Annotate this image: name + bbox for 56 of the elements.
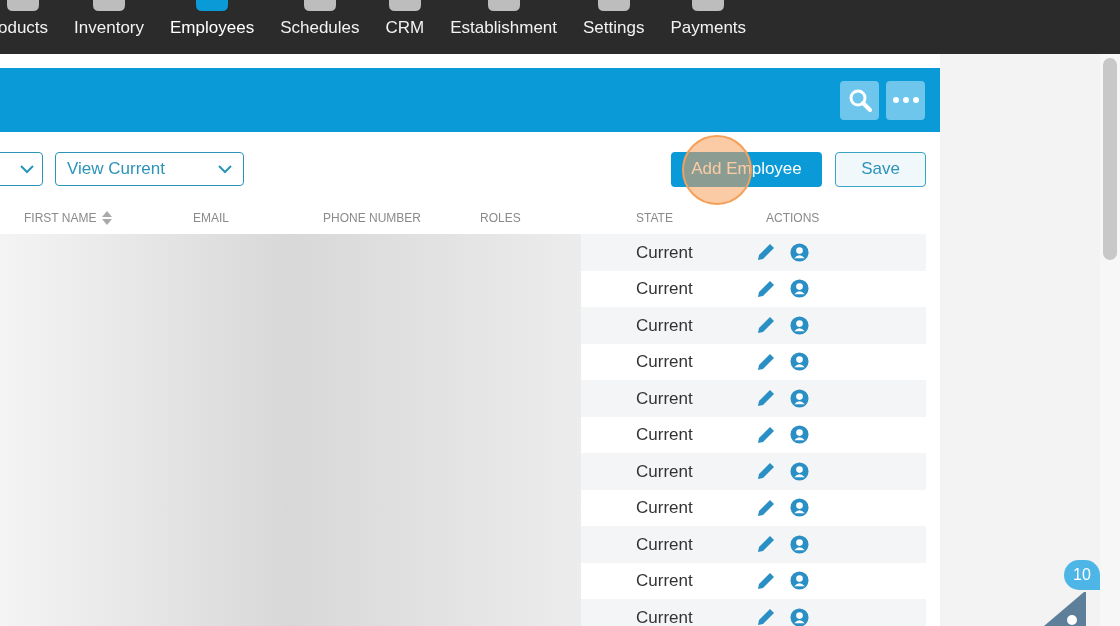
pencil-icon[interactable]	[756, 351, 776, 372]
chevron-icon	[218, 164, 232, 174]
more-button[interactable]	[886, 80, 925, 120]
user-icon[interactable]	[790, 315, 809, 335]
user-icon[interactable]	[790, 242, 809, 262]
user-icon[interactable]	[790, 607, 809, 626]
nav-item[interactable]: Schedules	[280, 14, 360, 40]
pencil-icon[interactable]	[756, 388, 776, 409]
sort-icon[interactable]	[102, 211, 113, 225]
count-badge: 10	[1064, 560, 1100, 590]
pencil-icon[interactable]	[756, 424, 776, 445]
state-cell-text: Current	[636, 424, 694, 446]
more-icon	[892, 97, 919, 103]
dropdown[interactable]: View Current	[55, 152, 244, 186]
corner-tab-icon	[1044, 592, 1086, 626]
column-header: ROLES	[480, 210, 521, 227]
state-cell-text: Current	[636, 351, 694, 373]
user-icon[interactable]	[790, 352, 809, 372]
user-icon[interactable]	[790, 461, 809, 481]
nav-item[interactable]: Employees	[170, 14, 255, 40]
nav-item[interactable]: Inventory	[74, 14, 145, 40]
state-cell-text: Current	[636, 570, 694, 592]
dropdown[interactable]	[0, 152, 43, 186]
column-header: STATE	[636, 210, 673, 227]
column-header: ACTIONS	[766, 210, 820, 227]
nav-item[interactable]: Settings	[583, 14, 645, 40]
pencil-icon[interactable]	[756, 242, 776, 263]
nav-item[interactable]: CRM	[385, 14, 425, 40]
user-icon[interactable]	[790, 498, 809, 518]
search-icon	[847, 88, 872, 112]
pencil-icon[interactable]	[756, 461, 776, 482]
search-button[interactable]	[840, 80, 879, 120]
pencil-icon[interactable]	[756, 315, 776, 336]
state-cell-text: Current	[636, 460, 694, 483]
pencil-icon[interactable]	[756, 497, 776, 518]
state-cell-text: Current	[636, 533, 694, 556]
user-icon[interactable]	[790, 388, 809, 408]
chevron-icon	[20, 164, 34, 174]
column-header: EMAIL	[193, 210, 229, 227]
state-cell-text: Current	[636, 314, 694, 337]
state-cell-text: Current	[636, 278, 694, 300]
state-cell-text: Current	[636, 387, 694, 410]
column-header: PHONE NUMBER	[323, 210, 421, 227]
pencil-icon[interactable]	[756, 607, 776, 626]
nav-item[interactable]: Payments	[670, 14, 747, 40]
nav-item[interactable]: Establishment	[450, 14, 558, 40]
pencil-icon[interactable]	[756, 534, 776, 555]
state-cell-text: Current	[636, 606, 694, 626]
user-icon[interactable]	[790, 534, 809, 554]
user-icon[interactable]	[790, 425, 809, 445]
state-cell-text: Current	[636, 241, 694, 264]
state-cell-text: Current	[636, 497, 694, 519]
user-icon[interactable]	[790, 279, 809, 299]
user-icon[interactable]	[790, 571, 809, 591]
pencil-icon[interactable]	[756, 570, 776, 591]
pencil-icon[interactable]	[756, 278, 776, 299]
